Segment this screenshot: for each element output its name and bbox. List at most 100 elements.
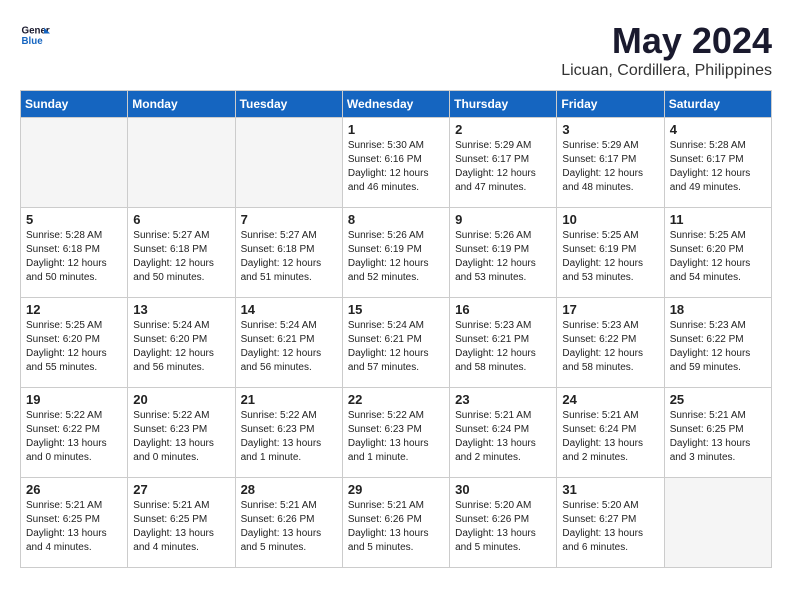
day-number: 21 — [241, 392, 337, 407]
weekday-header: Saturday — [664, 91, 771, 118]
calendar-body: 1 Sunrise: 5:30 AM Sunset: 6:16 PM Daylig… — [21, 118, 772, 568]
day-info: Sunrise: 5:22 AM Sunset: 6:23 PM Dayligh… — [133, 409, 229, 465]
calendar-cell: 12Sunrise: 5:25 AM Sunset: 6:20 PM Dayli… — [21, 298, 128, 388]
calendar-cell: 30 Sunrise: 5:20 AM Sunset: 6:26 PM Dayli… — [450, 478, 557, 568]
title-block: May 2024 Licuan, Cordillera, Philippines — [561, 20, 772, 80]
day-info: Sunrise: 5:22 AM Sunset: 6:22 PM Dayligh… — [26, 409, 122, 465]
weekday-header: Friday — [557, 91, 664, 118]
day-number: 28 — [241, 482, 337, 497]
day-info: Sunrise: 5:23 AM Sunset: 6:22 PM Dayligh… — [670, 319, 766, 375]
svg-text:Blue: Blue — [22, 36, 44, 47]
calendar-cell: 15 Sunrise: 5:24 AM Sunset: 6:21 PM Dayli… — [342, 298, 449, 388]
calendar-cell — [21, 118, 128, 208]
calendar-cell: 22Sunrise: 5:22 AM Sunset: 6:23 PM Dayli… — [342, 388, 449, 478]
day-number: 11 — [670, 212, 766, 227]
day-number: 29 — [348, 482, 444, 497]
calendar-cell: 1 Sunrise: 5:30 AM Sunset: 6:16 PM Daylig… — [342, 118, 449, 208]
day-number: 23 — [455, 392, 551, 407]
day-info: Sunrise: 5:29 AM Sunset: 6:17 PM Dayligh… — [455, 139, 551, 195]
day-info: Sunrise: 5:24 AM Sunset: 6:21 PM Dayligh… — [348, 319, 444, 375]
day-number: 30 — [455, 482, 551, 497]
day-info: Sunrise: 5:27 AM Sunset: 6:18 PM Dayligh… — [133, 229, 229, 285]
day-info: Sunrise: 5:26 AM Sunset: 6:19 PM Dayligh… — [455, 229, 551, 285]
day-info: Sunrise: 5:21 AM Sunset: 6:25 PM Dayligh… — [26, 499, 122, 555]
day-number: 22 — [348, 392, 444, 407]
calendar-cell — [235, 118, 342, 208]
calendar-cell — [664, 478, 771, 568]
day-number: 3 — [562, 122, 658, 137]
day-number: 9 — [455, 212, 551, 227]
calendar-cell: 13 Sunrise: 5:24 AM Sunset: 6:20 PM Dayli… — [128, 298, 235, 388]
day-info: Sunrise: 5:30 AM Sunset: 6:16 PM Dayligh… — [348, 139, 444, 195]
day-number: 17 — [562, 302, 658, 317]
calendar-cell: 10 Sunrise: 5:25 AM Sunset: 6:19 PM Dayli… — [557, 208, 664, 298]
calendar-cell: 19 Sunrise: 5:22 AM Sunset: 6:22 PM Dayli… — [21, 388, 128, 478]
calendar-cell: 8Sunrise: 5:26 AM Sunset: 6:19 PM Daylig… — [342, 208, 449, 298]
page-header: General Blue May 2024 Licuan, Cordillera… — [20, 20, 772, 80]
day-number: 19 — [26, 392, 122, 407]
day-info: Sunrise: 5:24 AM Sunset: 6:21 PM Dayligh… — [241, 319, 337, 375]
day-number: 16 — [455, 302, 551, 317]
day-info: Sunrise: 5:21 AM Sunset: 6:26 PM Dayligh… — [241, 499, 337, 555]
day-number: 27 — [133, 482, 229, 497]
calendar-cell: 3 Sunrise: 5:29 AM Sunset: 6:17 PM Daylig… — [557, 118, 664, 208]
day-number: 26 — [26, 482, 122, 497]
day-info: Sunrise: 5:21 AM Sunset: 6:24 PM Dayligh… — [562, 409, 658, 465]
calendar-cell: 31Sunrise: 5:20 AM Sunset: 6:27 PM Dayli… — [557, 478, 664, 568]
day-number: 6 — [133, 212, 229, 227]
calendar-cell: 16 Sunrise: 5:23 AM Sunset: 6:21 PM Dayli… — [450, 298, 557, 388]
calendar-cell: 6 Sunrise: 5:27 AM Sunset: 6:18 PM Daylig… — [128, 208, 235, 298]
day-info: Sunrise: 5:25 AM Sunset: 6:20 PM Dayligh… — [26, 319, 122, 375]
day-info: Sunrise: 5:23 AM Sunset: 6:21 PM Dayligh… — [455, 319, 551, 375]
calendar-cell: 21 Sunrise: 5:22 AM Sunset: 6:23 PM Dayli… — [235, 388, 342, 478]
calendar-cell — [128, 118, 235, 208]
calendar-week-row: 1 Sunrise: 5:30 AM Sunset: 6:16 PM Daylig… — [21, 118, 772, 208]
calendar-cell: 5Sunrise: 5:28 AM Sunset: 6:18 PM Daylig… — [21, 208, 128, 298]
day-number: 7 — [241, 212, 337, 227]
calendar-week-row: 5Sunrise: 5:28 AM Sunset: 6:18 PM Daylig… — [21, 208, 772, 298]
location: Licuan, Cordillera, Philippines — [561, 62, 772, 80]
weekday-header: Wednesday — [342, 91, 449, 118]
day-info: Sunrise: 5:28 AM Sunset: 6:18 PM Dayligh… — [26, 229, 122, 285]
day-info: Sunrise: 5:21 AM Sunset: 6:25 PM Dayligh… — [670, 409, 766, 465]
logo: General Blue — [20, 20, 50, 50]
calendar-cell: 20Sunrise: 5:22 AM Sunset: 6:23 PM Dayli… — [128, 388, 235, 478]
weekday-header: Thursday — [450, 91, 557, 118]
day-number: 31 — [562, 482, 658, 497]
day-info: Sunrise: 5:24 AM Sunset: 6:20 PM Dayligh… — [133, 319, 229, 375]
day-number: 2 — [455, 122, 551, 137]
weekday-header: Sunday — [21, 91, 128, 118]
calendar-cell: 17Sunrise: 5:23 AM Sunset: 6:22 PM Dayli… — [557, 298, 664, 388]
calendar-cell: 2 Sunrise: 5:29 AM Sunset: 6:17 PM Daylig… — [450, 118, 557, 208]
day-number: 14 — [241, 302, 337, 317]
day-number: 13 — [133, 302, 229, 317]
calendar-header-row: SundayMondayTuesdayWednesdayThursdayFrid… — [21, 91, 772, 118]
month-title: May 2024 — [561, 20, 772, 62]
day-number: 15 — [348, 302, 444, 317]
day-info: Sunrise: 5:21 AM Sunset: 6:25 PM Dayligh… — [133, 499, 229, 555]
day-info: Sunrise: 5:22 AM Sunset: 6:23 PM Dayligh… — [241, 409, 337, 465]
day-number: 24 — [562, 392, 658, 407]
day-info: Sunrise: 5:26 AM Sunset: 6:19 PM Dayligh… — [348, 229, 444, 285]
weekday-header: Monday — [128, 91, 235, 118]
calendar-cell: 7 Sunrise: 5:27 AM Sunset: 6:18 PM Daylig… — [235, 208, 342, 298]
day-info: Sunrise: 5:21 AM Sunset: 6:26 PM Dayligh… — [348, 499, 444, 555]
day-number: 10 — [562, 212, 658, 227]
calendar-cell: 28 Sunrise: 5:21 AM Sunset: 6:26 PM Dayli… — [235, 478, 342, 568]
day-info: Sunrise: 5:25 AM Sunset: 6:19 PM Dayligh… — [562, 229, 658, 285]
calendar-week-row: 12Sunrise: 5:25 AM Sunset: 6:20 PM Dayli… — [21, 298, 772, 388]
calendar-week-row: 26 Sunrise: 5:21 AM Sunset: 6:25 PM Dayli… — [21, 478, 772, 568]
day-number: 18 — [670, 302, 766, 317]
day-info: Sunrise: 5:25 AM Sunset: 6:20 PM Dayligh… — [670, 229, 766, 285]
weekday-header: Tuesday — [235, 91, 342, 118]
calendar-cell: 23 Sunrise: 5:21 AM Sunset: 6:24 PM Dayli… — [450, 388, 557, 478]
calendar-cell: 9 Sunrise: 5:26 AM Sunset: 6:19 PM Daylig… — [450, 208, 557, 298]
calendar-cell: 4Sunrise: 5:28 AM Sunset: 6:17 PM Daylig… — [664, 118, 771, 208]
day-info: Sunrise: 5:21 AM Sunset: 6:24 PM Dayligh… — [455, 409, 551, 465]
calendar-cell: 27 Sunrise: 5:21 AM Sunset: 6:25 PM Dayli… — [128, 478, 235, 568]
day-info: Sunrise: 5:20 AM Sunset: 6:26 PM Dayligh… — [455, 499, 551, 555]
day-info: Sunrise: 5:27 AM Sunset: 6:18 PM Dayligh… — [241, 229, 337, 285]
day-info: Sunrise: 5:29 AM Sunset: 6:17 PM Dayligh… — [562, 139, 658, 195]
calendar-cell: 18 Sunrise: 5:23 AM Sunset: 6:22 PM Dayli… — [664, 298, 771, 388]
day-number: 1 — [348, 122, 444, 137]
